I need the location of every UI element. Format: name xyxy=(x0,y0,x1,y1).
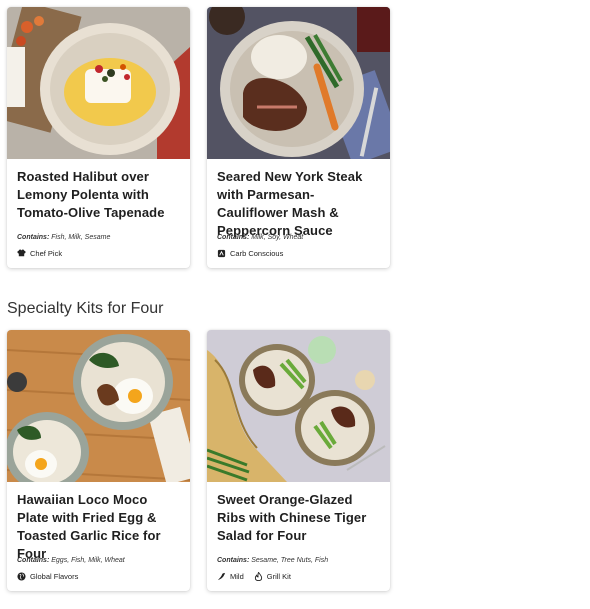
pepper-icon xyxy=(217,572,226,580)
recipe-card[interactable]: Roasted Halibut over Lemony Polenta with… xyxy=(7,7,190,268)
recipe-title[interactable]: Sweet Orange-Glazed Ribs with Chinese Ti… xyxy=(217,491,380,545)
recipe-title[interactable]: Seared New York Steak with Parmesan-Caul… xyxy=(217,168,380,238)
tag-chef-pick: Chef Pick xyxy=(17,249,62,258)
recipe-image[interactable] xyxy=(7,330,190,482)
recipe-image[interactable] xyxy=(207,7,390,159)
flame-icon xyxy=(254,571,262,581)
globe-icon xyxy=(17,571,26,581)
tag-carb-conscious: Carb Conscious xyxy=(217,249,283,258)
allergen-list: Eggs, Fish, Milk, Wheat xyxy=(51,557,125,564)
allergen-list: Fish, Milk, Sesame xyxy=(51,234,111,241)
section-title: Specialty Kits for Four xyxy=(7,300,164,317)
recipe-card[interactable]: Hawaiian Loco Moco Plate with Fried Egg … xyxy=(7,330,190,591)
tag-label: Global Flavors xyxy=(30,571,79,581)
allergen-list: Milk, Soy, Wheat xyxy=(251,234,304,241)
carb-conscious-icon xyxy=(217,249,226,257)
tag-grill-kit: Grill Kit xyxy=(254,571,291,581)
tag-label: Grill Kit xyxy=(266,571,291,581)
allergens: Contains: Fish, Milk, Sesame xyxy=(17,232,180,244)
allergens: Contains: Eggs, Fish, Milk, Wheat xyxy=(17,555,180,567)
allergen-list: Sesame, Tree Nuts, Fish xyxy=(251,557,329,564)
tag-label: Chef Pick xyxy=(30,248,63,258)
allergens: Contains: Sesame, Tree Nuts, Fish xyxy=(217,555,380,567)
recipe-image[interactable] xyxy=(207,330,390,482)
recipe-card[interactable]: Seared New York Steak with Parmesan-Caul… xyxy=(207,7,390,268)
recipe-title[interactable]: Roasted Halibut over Lemony Polenta with… xyxy=(17,168,180,222)
contains-label: Contains: xyxy=(217,234,250,241)
tag-label: Mild xyxy=(230,571,244,581)
recipe-card[interactable]: Sweet Orange-Glazed Ribs with Chinese Ti… xyxy=(207,330,390,591)
tag-global-flavors: Global Flavors xyxy=(17,572,78,581)
tag-mild: Mild xyxy=(217,572,244,581)
contains-label: Contains: xyxy=(17,234,50,241)
allergens: Contains: Milk, Soy, Wheat xyxy=(217,232,380,244)
contains-label: Contains: xyxy=(17,557,50,564)
chef-hat-icon xyxy=(17,248,26,256)
contains-label: Contains: xyxy=(217,557,250,564)
recipe-image[interactable] xyxy=(7,7,190,159)
tag-label: Carb Conscious xyxy=(230,248,284,258)
recipe-title[interactable]: Hawaiian Loco Moco Plate with Fried Egg … xyxy=(17,491,180,561)
